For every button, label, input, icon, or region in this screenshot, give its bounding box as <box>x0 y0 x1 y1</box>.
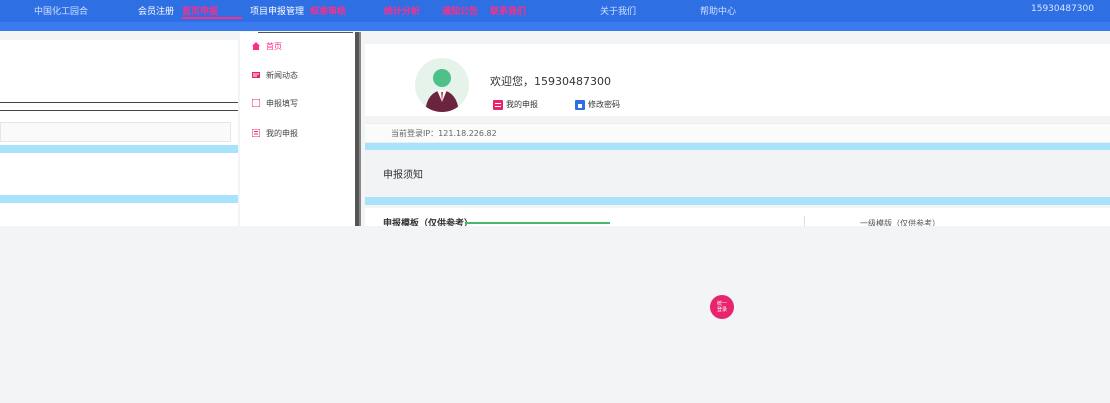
page-lower-area <box>0 226 1110 403</box>
nav-statistics[interactable]: 统计分析 <box>384 4 420 17</box>
nav-register[interactable]: 会员注册 <box>138 4 174 17</box>
site-logo-text[interactable]: 中国化工园合 <box>34 4 88 17</box>
welcome-greeting: 欢迎您，15930487300 <box>490 75 611 88</box>
top-nav-bar: 中国化工园合 会员注册 首页申报 项目申报管理 标准审核 统计分析 通知公告 联… <box>0 0 1110 31</box>
menu-top-border <box>258 32 353 33</box>
login-ip-text: 当前登录IP：121.18.226.82 <box>391 129 497 138</box>
notice-section: 申报须知 <box>365 150 1110 196</box>
nav-home-apply[interactable]: 首页申报 <box>182 4 218 17</box>
divider <box>0 110 238 111</box>
nav-project-manage[interactable]: 项目申报管理 <box>250 4 304 17</box>
user-phone[interactable]: 15930487300 <box>1031 4 1094 14</box>
unified-login-button[interactable]: 统一 登录 <box>710 295 734 319</box>
menu-label: 新闻动态 <box>266 70 298 80</box>
menu-label: 申报填写 <box>266 98 298 108</box>
home-icon <box>252 42 260 50</box>
change-password-link[interactable]: 修改密码 <box>575 99 620 110</box>
divider <box>0 102 238 103</box>
menu-item-fill-apply[interactable]: 申报填写 <box>251 94 298 112</box>
menu-label: 首页 <box>266 41 282 51</box>
left-faded-panel <box>0 40 238 230</box>
cyan-band <box>365 197 1110 205</box>
nav-notice[interactable]: 通知公告 <box>442 4 478 17</box>
list-icon <box>251 128 261 138</box>
nav-strip <box>0 22 1110 31</box>
menu-item-my-apply[interactable]: 我的申报 <box>251 124 298 142</box>
nav-standard-review[interactable]: 标准审核 <box>310 4 346 17</box>
nav-help[interactable]: 帮助中心 <box>700 4 736 17</box>
news-icon <box>252 71 260 79</box>
cyan-band <box>0 145 238 153</box>
notice-title[interactable]: 申报须知 <box>383 166 423 181</box>
login-ip-bar: 当前登录IP：121.18.226.82 <box>365 123 1110 143</box>
avatar[interactable] <box>415 58 469 112</box>
main-content: 欢迎您，15930487300 我的申报 修改密码 当前登录IP：121.18.… <box>355 40 1110 244</box>
document-icon <box>493 99 503 110</box>
nav-about[interactable]: 关于我们 <box>600 4 636 17</box>
login-float-line2: 登录 <box>716 307 727 313</box>
change-password-label: 修改密码 <box>588 100 620 109</box>
nav-contact[interactable]: 联系我们 <box>490 4 526 17</box>
user-dropdown-menu: 首页 新闻动态 申报填写 我的申报 <box>240 32 359 227</box>
menu-item-home[interactable]: 首页 <box>252 37 282 55</box>
active-underline <box>182 17 242 19</box>
my-apply-label: 我的申报 <box>506 100 538 109</box>
menu-item-news[interactable]: 新闻动态 <box>252 66 298 84</box>
cyan-band <box>0 195 238 203</box>
template-underline <box>465 222 610 224</box>
welcome-card: 欢迎您，15930487300 我的申报 修改密码 <box>365 44 1110 116</box>
menu-label: 我的申报 <box>266 128 298 138</box>
lock-icon <box>575 99 585 110</box>
edit-icon <box>251 98 261 108</box>
my-apply-link[interactable]: 我的申报 <box>493 99 538 110</box>
placeholder-box <box>0 122 231 142</box>
